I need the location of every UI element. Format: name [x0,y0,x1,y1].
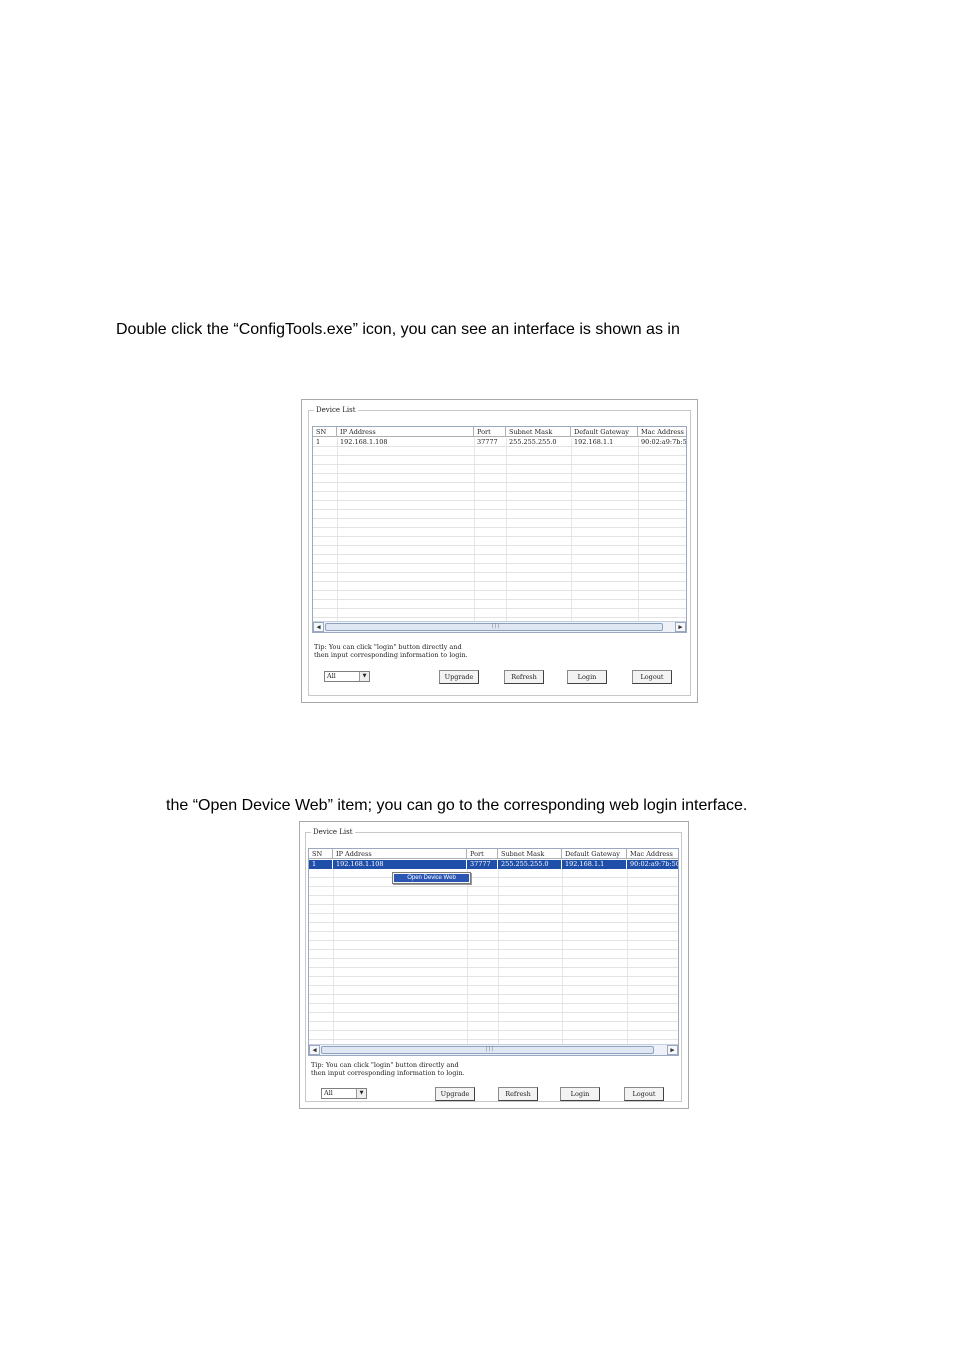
device-list-group: Device List SN IP Address Port Subnet Ma… [305,828,682,1102]
table-body: 1 192.168.1.108 37777 255.255.255.0 192.… [313,438,686,621]
device-list-label: Device List [314,406,358,415]
open-device-web-menu-item[interactable]: Open Device Web [394,874,469,882]
cell-sn: 1 [309,860,332,869]
device-list-label: Device List [311,828,355,837]
intro-paragraph: Double click the “ConfigTools.exe” icon,… [116,321,680,338]
open-device-web-paragraph: the “Open Device Web” item; you can go t… [166,797,748,814]
device-list-group: Device List SN IP Address Port Subnet Ma… [308,406,691,696]
column-header-port[interactable]: Port [474,427,506,437]
context-menu: Open Device Web [392,872,471,884]
column-header-sn[interactable]: SN [313,427,337,437]
scroll-left-icon[interactable]: ◀ [309,1045,320,1055]
login-button[interactable]: Login [567,670,607,684]
scroll-right-icon[interactable]: ▶ [667,1045,678,1055]
table-header: SN IP Address Port Subnet Mask Default G… [309,849,678,859]
upgrade-button[interactable]: Upgrade [439,670,479,684]
refresh-button[interactable]: Refresh [498,1087,538,1101]
device-filter-select[interactable]: All ▼ [324,671,370,682]
cell-default-gateway: 192.168.1.1 [562,860,626,869]
table-row[interactable]: 1 192.168.1.108 37777 255.255.255.0 192.… [313,438,686,447]
refresh-button[interactable]: Refresh [504,670,544,684]
table-header: SN IP Address Port Subnet Mask Default G… [313,427,686,437]
chevron-down-icon: ▼ [359,672,369,681]
column-header-default-gateway[interactable]: Default Gateway [562,849,627,859]
cell-port: 37777 [467,860,497,869]
cell-ip-address: 192.168.1.108 [333,860,466,869]
tip-text: Tip: You can click "login" button direct… [314,643,468,659]
configtools-context-menu-screenshot: Device List SN IP Address Port Subnet Ma… [299,821,689,1109]
horizontal-scrollbar[interactable]: ◀ ||| ▶ [313,621,686,632]
column-header-default-gateway[interactable]: Default Gateway [571,427,638,437]
device-filter-select[interactable]: All ▼ [321,1088,367,1099]
table-body: 1 192.168.1.108 37777 255.255.255.0 192.… [309,860,678,1044]
column-header-sn[interactable]: SN [309,849,333,859]
cell-mac-address: 90:02:a9:7b:50 [627,860,678,869]
device-list-table[interactable]: SN IP Address Port Subnet Mask Default G… [308,848,679,1056]
scroll-right-icon[interactable]: ▶ [675,622,686,632]
column-header-mac-address[interactable]: Mac Address [638,427,686,437]
cell-subnet-mask: 255.255.255.0 [498,860,561,869]
cell-subnet-mask: 255.255.255.0 [509,438,557,446]
chevron-down-icon: ▼ [356,1089,366,1098]
column-header-ip-address[interactable]: IP Address [333,849,467,859]
upgrade-button[interactable]: Upgrade [435,1087,475,1101]
logout-button[interactable]: Logout [632,670,672,684]
column-header-ip-address[interactable]: IP Address [337,427,474,437]
cell-port: 37777 [477,438,498,446]
table-row-selected[interactable]: 1 192.168.1.108 37777 255.255.255.0 192.… [309,860,678,869]
scroll-grip-icon: ||| [491,623,500,629]
scroll-grip-icon: ||| [485,1046,494,1052]
login-button[interactable]: Login [560,1087,600,1101]
configtools-window-screenshot: Device List SN IP Address Port Subnet Ma… [301,399,698,703]
cell-ip-address: 192.168.1.108 [340,438,388,446]
scroll-left-icon[interactable]: ◀ [313,622,324,632]
column-header-port[interactable]: Port [467,849,498,859]
horizontal-scrollbar[interactable]: ◀ ||| ▶ [309,1044,678,1055]
tip-text: Tip: You can click "login" button direct… [311,1061,465,1077]
column-header-subnet-mask[interactable]: Subnet Mask [498,849,562,859]
device-list-table[interactable]: SN IP Address Port Subnet Mask Default G… [312,426,687,633]
cell-mac-address: 90:02:a9:7b:50 [641,438,687,446]
column-header-mac-address[interactable]: Mac Address [627,849,678,859]
logout-button[interactable]: Logout [624,1087,664,1101]
column-header-subnet-mask[interactable]: Subnet Mask [506,427,571,437]
cell-default-gateway: 192.168.1.1 [574,438,614,446]
cell-sn: 1 [316,438,321,446]
